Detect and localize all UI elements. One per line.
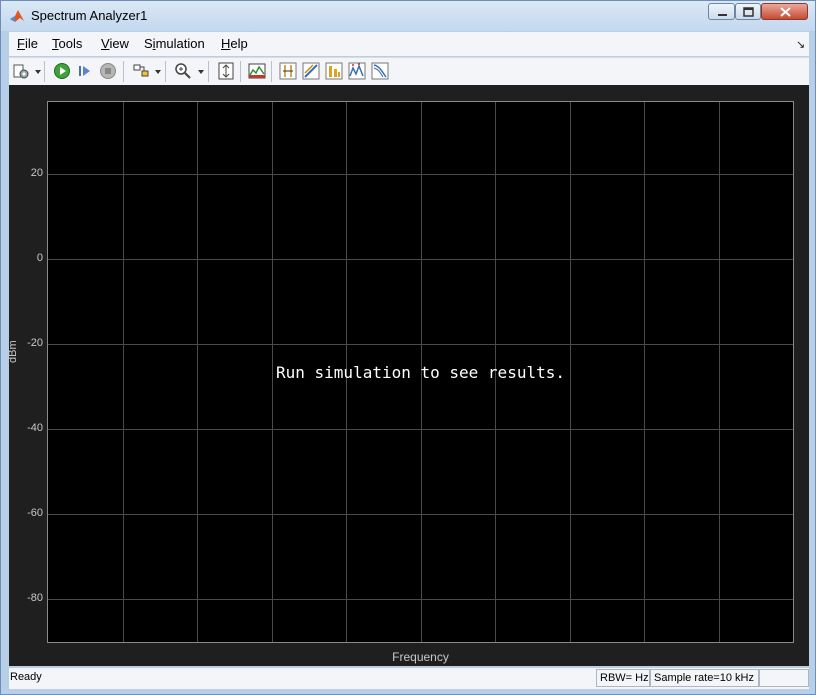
settings-icon[interactable] — [12, 62, 30, 80]
toolbar — [9, 57, 809, 85]
menu-help[interactable]: Help — [221, 36, 248, 51]
settings-dropdown-icon[interactable] — [35, 70, 41, 74]
zoom-dropdown-icon[interactable] — [198, 70, 204, 74]
status-extra-cell — [759, 669, 809, 687]
toolbar-separator — [271, 61, 272, 82]
y-axis-label: dBm — [7, 340, 19, 363]
y-tick-label: 20 — [30, 167, 43, 180]
scale-axes-icon[interactable] — [217, 62, 235, 80]
zoom-in-icon[interactable] — [174, 62, 192, 80]
menu-view[interactable]: View — [101, 36, 129, 51]
ccdf-measurements-icon[interactable] — [371, 62, 389, 80]
no-data-message: Run simulation to see results. — [276, 363, 565, 382]
highlight-block-icon[interactable] — [132, 62, 150, 80]
menu-file[interactable]: File — [17, 36, 38, 51]
plot-area: 20 0 -20 -40 -60 -80 dBm Run simulation to se… — [7, 85, 809, 666]
toolbar-separator — [208, 61, 209, 82]
y-tick-label: -80 — [27, 592, 43, 605]
toolbar-separator — [240, 61, 241, 82]
highlight-dropdown-icon[interactable] — [155, 70, 161, 74]
sample-rate-readout: Sample rate=10 kHz — [650, 669, 759, 687]
dock-arrow-icon[interactable]: ↘ — [796, 38, 805, 51]
matlab-logo-icon — [10, 10, 24, 22]
title-bar[interactable]: Spectrum Analyzer1 — [1, 1, 815, 31]
menu-bar: File Tools View Simulation Help ↘ — [9, 32, 809, 56]
distortion-measurements-icon[interactable] — [325, 62, 343, 80]
y-tick-label: -60 — [27, 507, 43, 520]
toolbar-separator — [44, 61, 45, 82]
maximize-icon — [743, 7, 754, 17]
spectrum-settings-icon[interactable] — [248, 62, 266, 80]
stop-icon[interactable] — [99, 62, 117, 80]
channel-measurements-icon[interactable] — [302, 62, 320, 80]
rbw-readout: RBW= Hz — [596, 669, 650, 687]
window-title: Spectrum Analyzer1 — [31, 8, 148, 23]
step-forward-icon[interactable] — [76, 62, 94, 80]
minimize-icon — [718, 14, 727, 16]
x-axis-label: Frequency — [392, 650, 449, 664]
menu-simulation[interactable]: Simulation — [144, 36, 205, 51]
toolbar-separator — [123, 61, 124, 82]
toolbar-separator — [165, 61, 166, 82]
close-button[interactable] — [761, 3, 808, 20]
y-tick-label: 0 — [36, 252, 43, 265]
close-icon — [780, 7, 791, 17]
minimize-button[interactable] — [708, 3, 735, 20]
status-bar: Ready RBW= Hz Sample rate=10 kHz — [9, 667, 809, 689]
run-icon[interactable] — [53, 62, 71, 80]
maximize-button[interactable] — [735, 3, 761, 20]
y-tick-label: -40 — [27, 422, 43, 435]
cursor-measurements-icon[interactable] — [279, 62, 297, 80]
status-text: Ready — [10, 671, 42, 683]
peak-finder-icon[interactable] — [348, 62, 366, 80]
spectrum-analyzer-window: Spectrum Analyzer1 File Tools View Simul… — [0, 0, 816, 695]
menu-tools[interactable]: Tools — [52, 36, 82, 51]
